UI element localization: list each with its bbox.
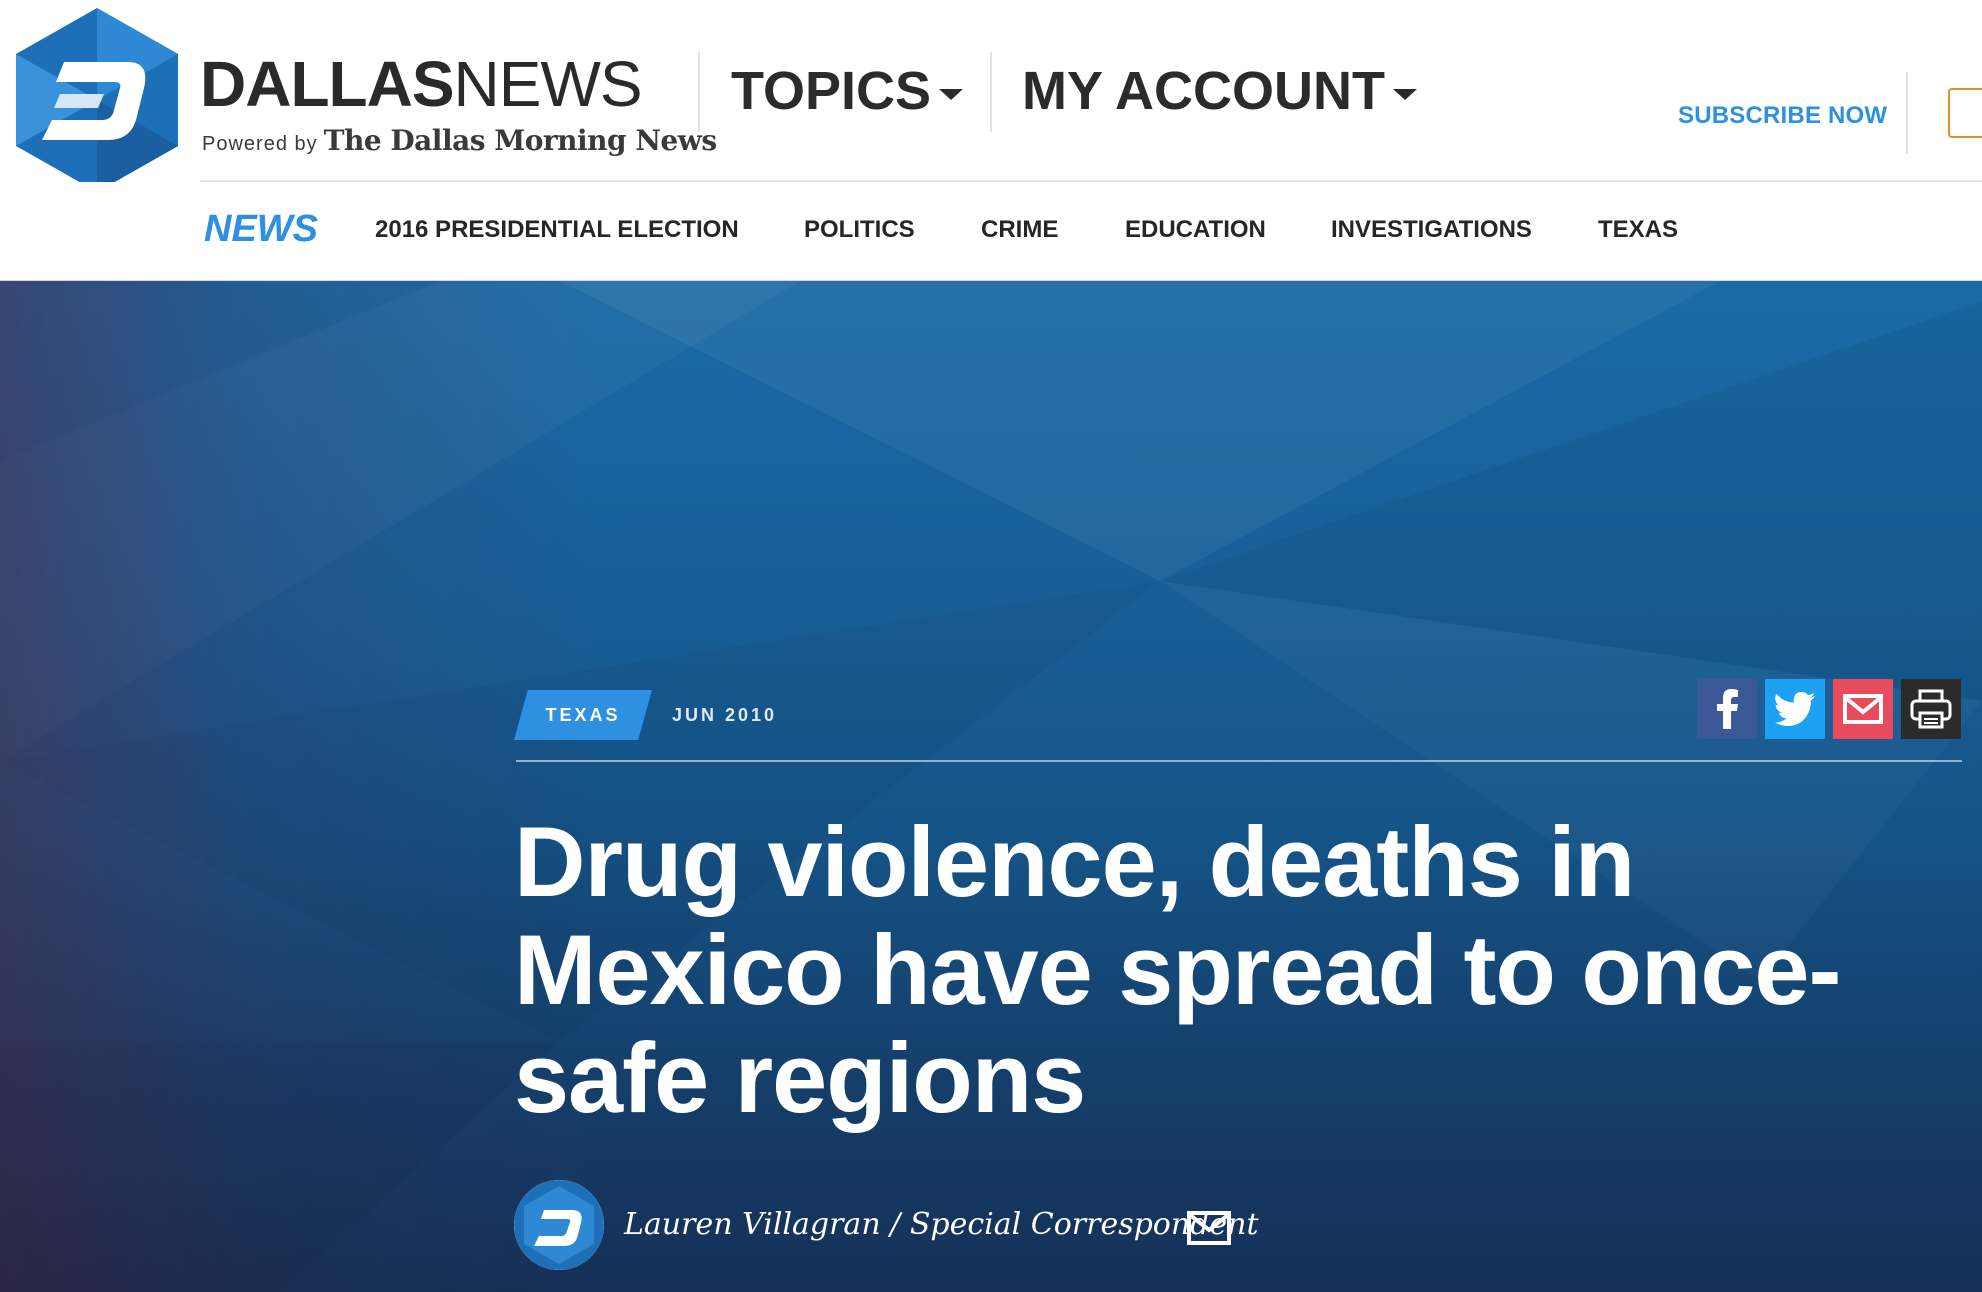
chevron-down-icon xyxy=(939,88,964,100)
topics-menu[interactable]: TOPICS xyxy=(731,60,964,122)
powered-by: Powered by The Dallas Morning News xyxy=(202,124,717,157)
mail-author-icon[interactable] xyxy=(1186,1210,1232,1246)
nav-link-texas[interactable]: TEXAS xyxy=(1598,216,1678,244)
nav-link-election[interactable]: 2016 PRESIDENTIAL ELECTION xyxy=(375,216,739,244)
author-avatar[interactable] xyxy=(514,1180,604,1270)
category-tag[interactable]: TEXAS xyxy=(514,690,652,740)
nav-link-investigations[interactable]: INVESTIGATIONS xyxy=(1331,216,1532,244)
dallasnews-logo-icon[interactable] xyxy=(16,8,178,192)
section-label[interactable]: NEWS xyxy=(204,208,318,251)
article-date: JUN 2010 xyxy=(672,705,778,725)
nav-link-education[interactable]: EDUCATION xyxy=(1125,216,1266,244)
dallasnews-logo-icon xyxy=(514,1180,604,1270)
topics-label: TOPICS xyxy=(731,61,932,121)
facebook-share-button[interactable] xyxy=(1697,679,1757,739)
nav-link-crime[interactable]: CRIME xyxy=(981,216,1058,244)
twitter-share-button[interactable] xyxy=(1765,679,1825,739)
twitter-icon xyxy=(1775,692,1815,726)
facebook-icon xyxy=(1717,689,1738,729)
chevron-down-icon xyxy=(1393,88,1417,100)
site-header: DALLASNEWS Powered by The Dallas Morning … xyxy=(0,0,1982,192)
account-menu[interactable]: MY ACCOUNT xyxy=(1022,60,1417,122)
header-edge-button[interactable] xyxy=(1948,88,1982,138)
divider xyxy=(698,52,700,132)
brand-light: NEWS xyxy=(453,48,643,120)
print-icon xyxy=(1910,689,1952,729)
brand-bold: DALLAS xyxy=(200,48,455,120)
account-label: MY ACCOUNT xyxy=(1022,61,1385,121)
hero-shade-bottom xyxy=(0,281,1982,1292)
section-nav: NEWS 2016 PRESIDENTIAL ELECTION POLITICS… xyxy=(0,182,1982,281)
subscribe-link[interactable]: SUBSCRIBE NOW xyxy=(1678,102,1887,130)
nav-link-politics[interactable]: POLITICS xyxy=(804,216,915,244)
email-share-button[interactable] xyxy=(1833,679,1893,739)
powered-by-label: Powered by xyxy=(202,133,318,155)
author-byline[interactable]: Lauren Villagran / Special Correspondent xyxy=(624,1207,1259,1242)
article-hero xyxy=(0,281,1982,1292)
article-headline: Drug violence, deaths in Mexico have spr… xyxy=(514,806,1841,1133)
paper-name: The Dallas Morning News xyxy=(323,124,717,157)
divider xyxy=(990,52,992,132)
divider xyxy=(1906,72,1908,154)
article-divider xyxy=(516,760,1962,762)
email-icon xyxy=(1843,694,1883,724)
site-brand[interactable]: DALLASNEWS xyxy=(200,52,643,116)
print-button[interactable] xyxy=(1901,679,1961,739)
